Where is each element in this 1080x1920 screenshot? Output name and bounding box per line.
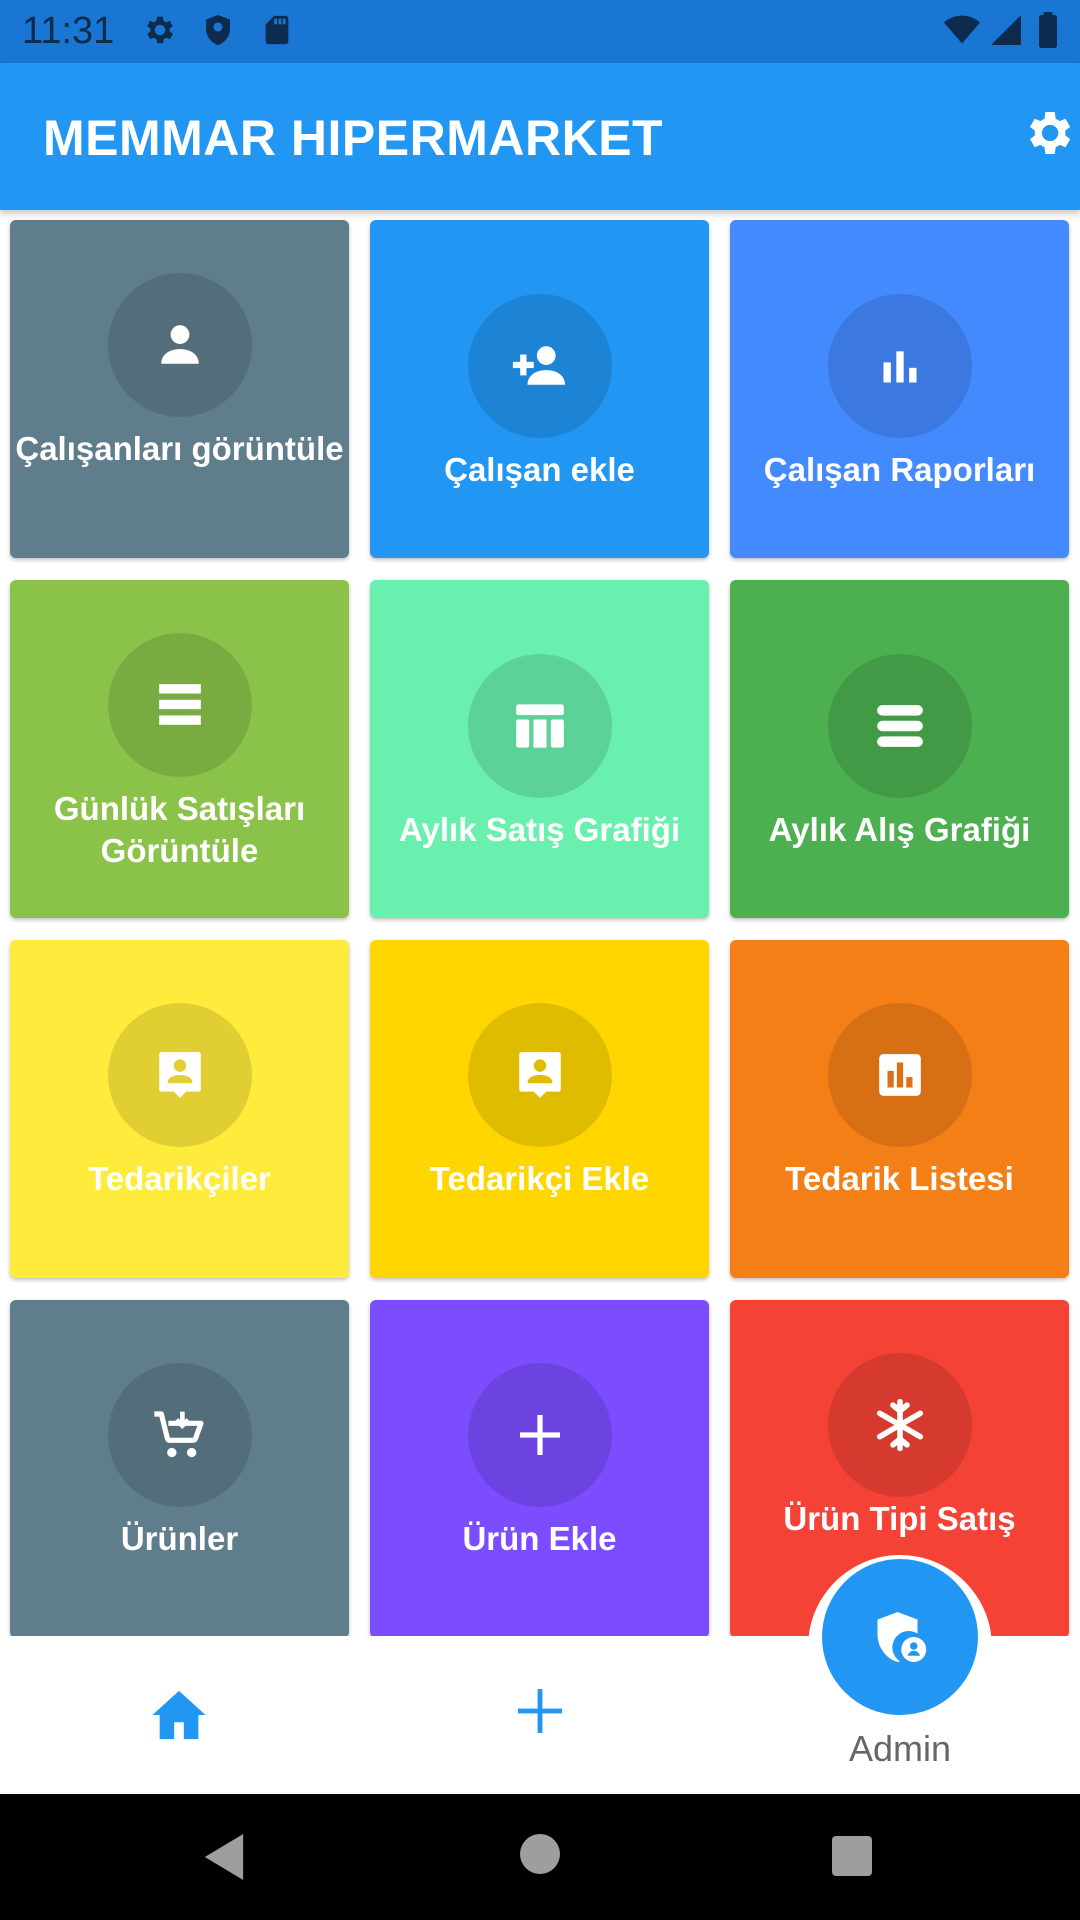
tile-icon-circle [828,294,972,438]
tile-label: Ürünler [120,1520,239,1557]
table-icon [516,704,564,748]
tile-label: Çalışan ekle [444,451,635,488]
sd-card-icon [260,12,294,53]
tile-icon-circle [468,654,612,798]
battery-icon [1036,12,1060,53]
status-time: 11:31 [22,10,115,52]
admin-shield-icon [877,1612,927,1662]
plus-icon [518,1689,562,1733]
nav-admin-label: Admin [848,1728,952,1769]
chart-box-icon [879,1054,921,1096]
tile-label: Çalışanları görüntüle [15,430,344,467]
tile-label: Çalışan Raporları [763,451,1036,488]
gear-icon [142,12,178,53]
bar-chart-icon [883,351,917,383]
tile-label: Tedarik Listesi [785,1160,1014,1197]
tile-label: Aylık Alış Grafiği [768,811,1031,848]
signal-icon [988,12,1024,53]
tile-employee-reports[interactable]: Çalışan Raporları [730,220,1069,558]
tile-icon-circle [108,1363,252,1507]
settings-button[interactable] [1020,105,1080,165]
list-icon [159,684,201,725]
wifi-icon [942,12,982,53]
plus-icon [520,1415,560,1455]
tile-daily-sales[interactable]: Günlük Satışları Görüntüle [10,580,349,918]
tile-label: Ürün Tipi Satış [783,1500,1016,1537]
status-bar: 11:31 [0,0,1080,63]
tile-icon-circle [828,1003,972,1147]
tile-monthly-sales-chart[interactable]: Aylık Satış Grafiği [370,580,709,918]
tile-icon-circle [468,294,612,438]
app-bar: MEMMAR HIPERMARKET [0,63,1080,210]
tile-icon-circle [108,1003,252,1147]
tile-label: Aylık Satış Grafiği [398,811,681,848]
person-icon [161,325,199,364]
tile-add-employee[interactable]: Çalışan ekle [370,220,709,558]
tile-icon-circle [828,654,972,798]
tile-view-employees[interactable]: Çalışanları görüntüle [10,220,349,558]
tile-monthly-purchase-chart[interactable]: Aylık Alış Grafiği [730,580,1069,918]
tile-products[interactable]: Ürünler [10,1300,349,1636]
menu-grid: Çalışanları görüntüle Çalışan ekle Çalış… [0,210,1080,1636]
snowflake-icon [876,1398,924,1452]
person-add-icon [512,346,565,385]
cart-icon [154,1411,204,1458]
home-icon [152,1690,206,1740]
tile-icon-circle [108,273,252,417]
tile-add-supplier[interactable]: Tedarikçi Ekle [370,940,709,1278]
back-icon[interactable] [204,1834,244,1885]
tile-add-product[interactable]: Ürün Ekle [370,1300,709,1636]
storage-icon [877,705,923,747]
contact-icon [519,1052,561,1098]
tile-icon-circle [468,1363,612,1507]
tile-suppliers[interactable]: Tedarikçiler [10,940,349,1278]
page-title: MEMMAR HIPERMARKET [43,110,664,166]
gear-icon [1030,112,1071,154]
nav-add-button[interactable] [516,1687,564,1740]
tile-icon-circle [468,1003,612,1147]
recents-icon[interactable] [832,1836,872,1881]
nav-home-button[interactable] [150,1688,208,1747]
tile-icon-circle [108,633,252,777]
contact-icon [159,1052,201,1098]
tile-label: Tedarikçi Ekle [429,1160,650,1197]
admin-button[interactable] [822,1559,978,1715]
tile-supply-list[interactable]: Tedarik Listesi [730,940,1069,1278]
tile-label: Günlük Satışları Görüntüle [53,790,306,869]
home-circle-icon[interactable] [520,1834,560,1879]
shield-icon [200,12,236,53]
tile-icon-circle [828,1353,972,1497]
tile-label: Ürün Ekle [462,1520,617,1557]
tile-label: Tedarikçiler [88,1160,271,1197]
system-nav-bar [0,1794,1080,1920]
